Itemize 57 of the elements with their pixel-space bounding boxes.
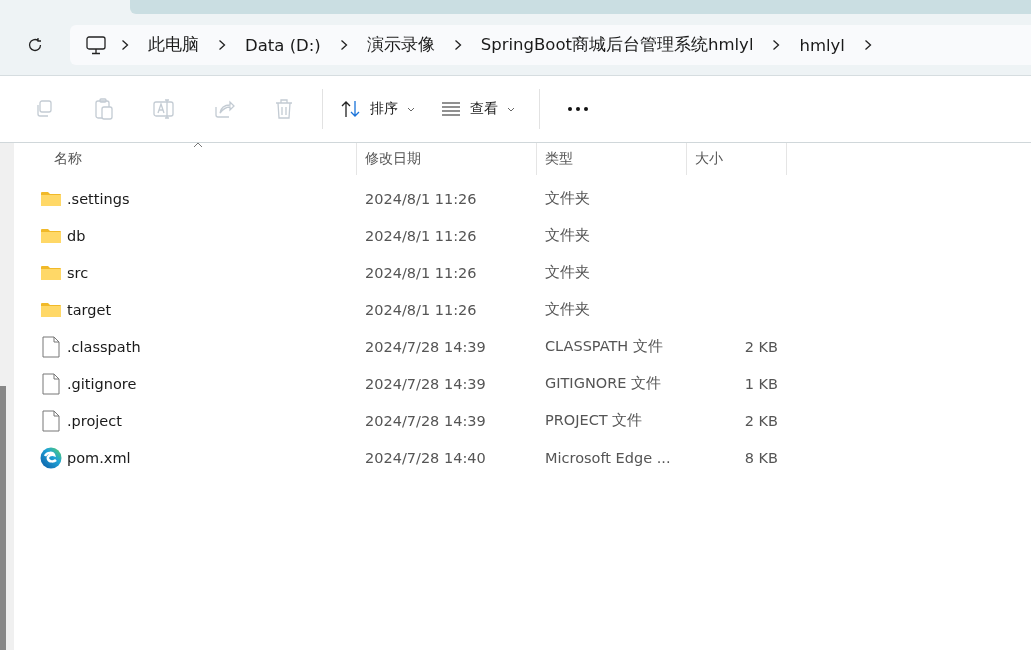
file-name[interactable]: db: [67, 227, 86, 244]
sort-ascending-icon: [193, 142, 203, 148]
copy-icon: [34, 99, 54, 119]
share-icon: [213, 99, 235, 119]
breadcrumb-item[interactable]: hmlyl: [795, 35, 849, 55]
breadcrumb-item[interactable]: 此电脑: [144, 34, 203, 56]
file-type: CLASSPATH 文件: [545, 338, 663, 354]
chevron-right-icon: [453, 39, 462, 51]
chevron-right-icon: [772, 39, 781, 51]
file-size: 2 KB: [744, 338, 778, 355]
paste-icon: [94, 98, 114, 120]
refresh-icon: [27, 37, 43, 53]
sort-icon: [341, 100, 361, 118]
modified-date: 2024/7/28 14:39: [365, 375, 486, 392]
scrollbar-thumb[interactable]: [0, 386, 6, 650]
file-name[interactable]: pom.xml: [67, 449, 131, 466]
chevron-right-icon: [863, 39, 872, 51]
chevron-right-icon: [218, 39, 226, 51]
caret-icon: [407, 106, 415, 112]
file-name[interactable]: .classpath: [67, 338, 141, 355]
breadcrumb-item[interactable]: Data (D:): [241, 35, 325, 55]
file-type: 文件夹: [545, 227, 590, 243]
modified-date: 2024/7/28 14:40: [365, 449, 486, 466]
modified-date: 2024/7/28 14:39: [365, 412, 486, 429]
breadcrumb-item[interactable]: SpringBoot商城后台管理系统hmlyl: [476, 34, 758, 56]
caret-icon: [507, 106, 515, 112]
trash-icon: [274, 98, 294, 120]
file-name[interactable]: src: [67, 264, 89, 281]
address-bar[interactable]: 此电脑 Data (D:) 演示录像 SpringBoot商城后台管理系统hmlyl hmlyl: [70, 25, 1031, 65]
modified-date: 2024/8/1 11:26: [365, 227, 477, 244]
sort-button[interactable]: 排序: [331, 94, 425, 124]
file-type: GITIGNORE 文件: [545, 375, 661, 391]
modified-date: 2024/8/1 11:26: [365, 264, 477, 281]
file-name[interactable]: .settings: [67, 190, 130, 207]
modified-date: 2024/8/1 11:26: [365, 190, 477, 207]
file-type: PROJECT 文件: [545, 412, 643, 428]
browser-tab[interactable]: [130, 0, 1031, 14]
more-icon: [568, 107, 588, 111]
file-type: 文件夹: [545, 190, 590, 206]
file-name[interactable]: target: [67, 301, 112, 318]
modified-date: 2024/7/28 14:39: [365, 338, 486, 355]
file-size: 8 KB: [744, 449, 778, 466]
computer-icon: [86, 35, 106, 55]
file-name[interactable]: .project: [67, 412, 122, 429]
rename-icon: [153, 99, 175, 119]
chevron-right-icon: [339, 39, 348, 51]
view-button[interactable]: 查看: [431, 94, 525, 124]
chevron-right-icon: [121, 39, 129, 51]
list-view-icon: [441, 102, 461, 116]
file-name[interactable]: .gitignore: [67, 375, 137, 392]
breadcrumb-item[interactable]: 演示录像: [362, 34, 439, 56]
file-size: 2 KB: [744, 412, 778, 429]
file-type: 文件夹: [545, 301, 590, 317]
file-type: Microsoft Edge ...: [545, 449, 671, 466]
file-type: 文件夹: [545, 264, 590, 280]
modified-date: 2024/8/1 11:26: [365, 301, 477, 318]
file-size: 1 KB: [744, 375, 778, 392]
